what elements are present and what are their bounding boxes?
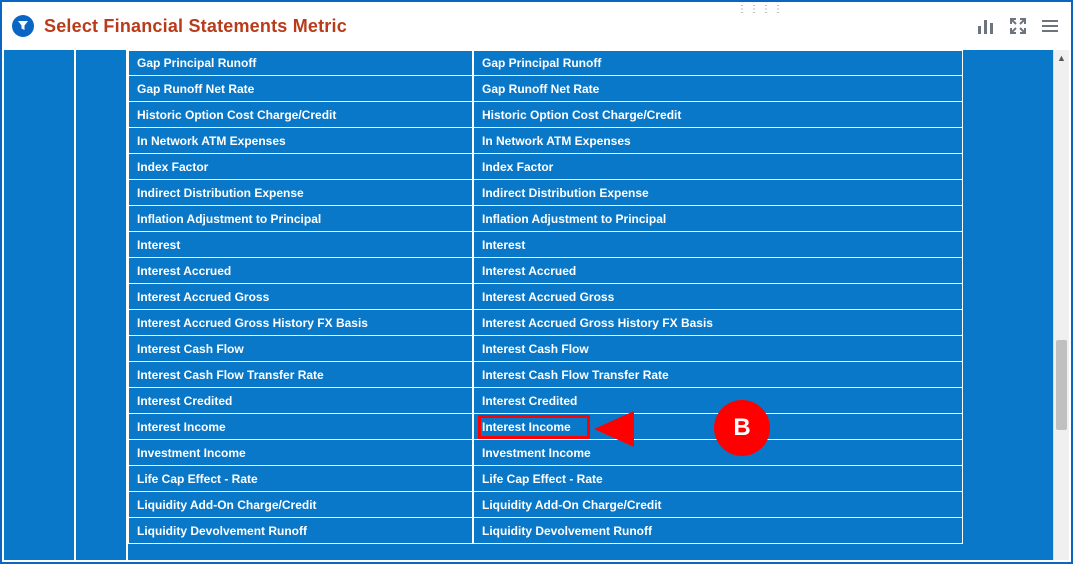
scroll-up-icon[interactable]: ▲ <box>1054 50 1069 66</box>
table-row[interactable]: Gap Principal Runoff <box>128 50 473 76</box>
metric-cell: Interest Accrued <box>137 264 231 278</box>
table-row[interactable]: Interest <box>128 232 473 258</box>
table-row[interactable]: Interest <box>473 232 963 258</box>
metric-cell: In Network ATM Expenses <box>137 134 286 148</box>
metric-cell: Interest Accrued Gross History FX Basis <box>137 316 368 330</box>
table-row[interactable]: Interest Accrued Gross History FX Basis <box>128 310 473 336</box>
drag-dots-icon: ⋮⋮⋮⋮ <box>737 4 785 15</box>
table-row[interactable]: Gap Runoff Net Rate <box>128 76 473 102</box>
leaf-cell: Liquidity Add-On Charge/Credit <box>482 498 662 512</box>
leaf-cell: Inflation Adjustment to Principal <box>482 212 666 226</box>
content-body: Gap Principal Runoff Gap Runoff Net Rate… <box>4 50 1069 560</box>
chart-icon[interactable] <box>975 15 997 37</box>
leaf-cell: Liquidity Devolvement Runoff <box>482 524 652 538</box>
table-row[interactable]: Gap Runoff Net Rate <box>473 76 963 102</box>
table-row[interactable]: Inflation Adjustment to Principal <box>128 206 473 232</box>
metric-cell: Interest Accrued Gross <box>137 290 269 304</box>
leaf-cell: Life Cap Effect - Rate <box>482 472 603 486</box>
page-title: Select Financial Statements Metric <box>44 16 347 37</box>
table-row[interactable]: Interest Accrued Gross <box>128 284 473 310</box>
metric-cell: Interest Cash Flow <box>137 342 244 356</box>
metric-cell: Liquidity Add-On Charge/Credit <box>137 498 317 512</box>
leaf-cell: Interest <box>482 238 525 252</box>
table-row[interactable]: Interest Cash Flow Transfer Rate <box>128 362 473 388</box>
metric-cell: Historic Option Cost Charge/Credit <box>137 108 336 122</box>
leaf-cell: Interest Accrued <box>482 264 576 278</box>
leaf-cell: Historic Option Cost Charge/Credit <box>482 108 681 122</box>
metric-column-left: Gap Principal Runoff Gap Runoff Net Rate… <box>128 50 473 544</box>
table-row[interactable]: Indirect Distribution Expense <box>473 180 963 206</box>
metric-cell: Inflation Adjustment to Principal <box>137 212 321 226</box>
table-row[interactable]: Life Cap Effect - Rate <box>473 466 963 492</box>
table-row[interactable]: Gap Principal Runoff <box>473 50 963 76</box>
metric-cell: Interest <box>137 238 180 252</box>
app-frame: Select Financial Statements Metric ⋮⋮⋮⋮ … <box>0 0 1073 564</box>
leaf-cell: Index Factor <box>482 160 553 174</box>
metric-cell: Gap Runoff Net Rate <box>137 82 254 96</box>
metric-cell: Index Factor <box>137 160 208 174</box>
table-row[interactable]: Interest Credited <box>128 388 473 414</box>
metric-cell: Interest Income <box>137 420 226 434</box>
leaf-cell: Interest Accrued Gross History FX Basis <box>482 316 713 330</box>
table-row[interactable]: Interest Cash Flow <box>473 336 963 362</box>
tree-gutter-1 <box>4 50 74 560</box>
table-row[interactable]: Index Factor <box>473 154 963 180</box>
metric-cell: Investment Income <box>137 446 246 460</box>
table-row[interactable]: Investment Income <box>128 440 473 466</box>
expand-icon[interactable] <box>1007 15 1029 37</box>
leaf-cell: Interest Income <box>482 420 571 434</box>
table-row[interactable]: Life Cap Effect - Rate <box>128 466 473 492</box>
leaf-cell: Gap Principal Runoff <box>482 56 601 70</box>
metric-column-right: Gap Principal Runoff Gap Runoff Net Rate… <box>473 50 963 544</box>
table-row[interactable]: Index Factor <box>128 154 473 180</box>
leaf-cell: Interest Cash Flow <box>482 342 589 356</box>
leaf-cell: In Network ATM Expenses <box>482 134 631 148</box>
leaf-cell: Interest Accrued Gross <box>482 290 614 304</box>
callout-arrow-icon <box>594 405 724 453</box>
leaf-cell: Interest Cash Flow Transfer Rate <box>482 368 669 382</box>
table-row[interactable]: Liquidity Devolvement Runoff <box>473 518 963 544</box>
leaf-cell: Investment Income <box>482 446 591 460</box>
leaf-cell: Interest Credited <box>482 394 577 408</box>
menu-icon[interactable] <box>1039 15 1061 37</box>
scrollbar[interactable]: ▲ <box>1053 50 1069 560</box>
table-row[interactable]: Interest Accrued <box>473 258 963 284</box>
table-row[interactable]: Historic Option Cost Charge/Credit <box>128 102 473 128</box>
leaf-cell: Indirect Distribution Expense <box>482 186 649 200</box>
table-row[interactable]: Interest Cash Flow <box>128 336 473 362</box>
callout-label: B <box>733 414 750 442</box>
metric-cell: Liquidity Devolvement Runoff <box>137 524 307 538</box>
table-row[interactable]: Interest Accrued Gross History FX Basis <box>473 310 963 336</box>
table-row[interactable]: Interest Income <box>128 414 473 440</box>
table-row[interactable]: In Network ATM Expenses <box>128 128 473 154</box>
table-row[interactable]: Historic Option Cost Charge/Credit <box>473 102 963 128</box>
table-row[interactable]: Liquidity Add-On Charge/Credit <box>128 492 473 518</box>
table-row[interactable]: Interest Cash Flow Transfer Rate <box>473 362 963 388</box>
table-row[interactable]: Interest Accrued <box>128 258 473 284</box>
drag-handle[interactable]: ⋮⋮⋮⋮ <box>471 2 1051 16</box>
metric-cell: Indirect Distribution Expense <box>137 186 304 200</box>
table-row[interactable]: Liquidity Add-On Charge/Credit <box>473 492 963 518</box>
scroll-thumb[interactable] <box>1056 340 1067 430</box>
table-row[interactable]: Inflation Adjustment to Principal <box>473 206 963 232</box>
table-row[interactable]: Liquidity Devolvement Runoff <box>128 518 473 544</box>
metric-cell: Gap Principal Runoff <box>137 56 256 70</box>
leaf-cell: Gap Runoff Net Rate <box>482 82 599 96</box>
table-row[interactable]: Indirect Distribution Expense <box>128 180 473 206</box>
metric-table: Gap Principal Runoff Gap Runoff Net Rate… <box>128 50 1051 560</box>
table-row[interactable]: Interest Accrued Gross <box>473 284 963 310</box>
callout-badge: B <box>714 400 770 456</box>
metric-cell: Life Cap Effect - Rate <box>137 472 258 486</box>
metric-cell: Interest Credited <box>137 394 232 408</box>
tree-gutter-2 <box>76 50 126 560</box>
metric-cell: Interest Cash Flow Transfer Rate <box>137 368 324 382</box>
table-row[interactable]: In Network ATM Expenses <box>473 128 963 154</box>
filter-icon[interactable] <box>12 15 34 37</box>
